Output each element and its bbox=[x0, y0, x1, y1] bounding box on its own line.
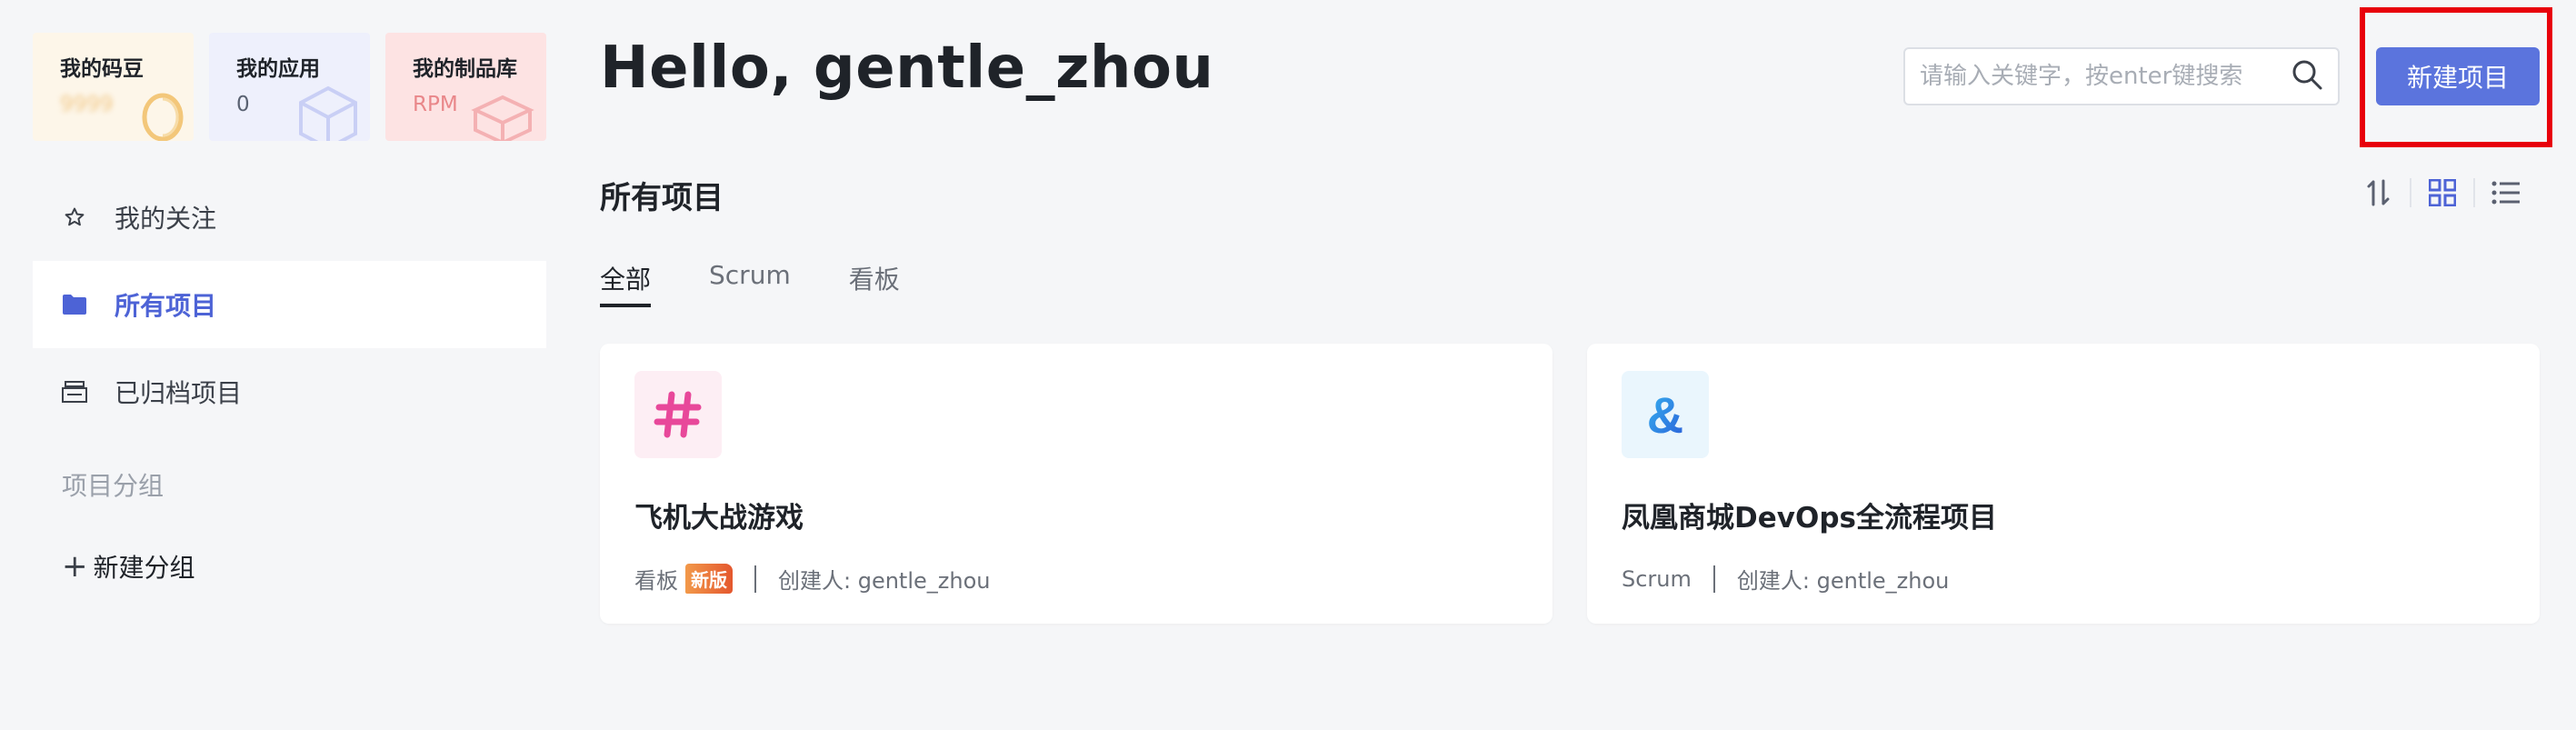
package-icon bbox=[471, 95, 534, 141]
sort-icon[interactable] bbox=[2359, 173, 2399, 213]
tab-scrum[interactable]: Scrum bbox=[709, 260, 791, 307]
greeting-title: Hello, gentle_zhou bbox=[600, 35, 1214, 102]
archive-icon bbox=[62, 379, 87, 405]
my-beans-title: 我的码豆 bbox=[60, 57, 144, 81]
nav-item-all-projects[interactable]: 所有项目 bbox=[33, 261, 546, 348]
meta-divider bbox=[754, 565, 756, 593]
hash-icon bbox=[634, 371, 722, 458]
ampersand-icon: & bbox=[1622, 371, 1709, 458]
my-apps-card[interactable]: 我的应用 0 bbox=[209, 33, 370, 141]
svg-text:&: & bbox=[1647, 387, 1683, 442]
stat-cards: 我的码豆 9999 我的应用 0 我的制品库 RPM bbox=[33, 33, 546, 141]
grid-view-icon[interactable] bbox=[2422, 173, 2462, 213]
nav-item-my-follow[interactable]: 我的关注 bbox=[33, 174, 546, 261]
nav-item-archived[interactable]: 已归档项目 bbox=[33, 348, 546, 435]
project-creator: 创建人: gentle_zhou bbox=[1736, 568, 1950, 594]
project-name[interactable]: 凤凰商城DevOps全流程项目 bbox=[1622, 495, 2505, 535]
list-view-icon[interactable] bbox=[2486, 173, 2526, 213]
my-library-title: 我的制品库 bbox=[413, 57, 517, 81]
search-icon[interactable] bbox=[2291, 58, 2323, 95]
toolbar-divider bbox=[2473, 178, 2475, 207]
project-type: 看板 bbox=[634, 568, 678, 594]
project-name[interactable]: 飞机大战游戏 bbox=[634, 495, 1518, 535]
project-tabs: 全部 Scrum 看板 bbox=[600, 260, 900, 307]
project-card[interactable]: & 凤凰商城DevOps全流程项目 Scrum 创建人: gentle_zhou bbox=[1587, 344, 2540, 624]
star-icon bbox=[62, 205, 87, 230]
add-group-label: 新建分组 bbox=[93, 553, 195, 583]
search-input[interactable] bbox=[1920, 63, 2291, 90]
section-title: 所有项目 bbox=[600, 180, 724, 216]
nav-item-archived-label: 已归档项目 bbox=[115, 378, 243, 408]
nav-item-my-follow-label: 我的关注 bbox=[115, 204, 217, 234]
folder-icon bbox=[62, 292, 87, 317]
project-meta: 看板 新版 创建人: gentle_zhou bbox=[634, 563, 1518, 595]
plus-icon: + bbox=[62, 548, 88, 585]
my-library-card[interactable]: 我的制品库 RPM bbox=[385, 33, 546, 141]
project-type: Scrum bbox=[1622, 565, 1692, 592]
nav-item-all-projects-label: 所有项目 bbox=[115, 291, 217, 321]
tab-kanban[interactable]: 看板 bbox=[849, 260, 900, 307]
project-card[interactable]: 飞机大战游戏 看板 新版 创建人: gentle_zhou bbox=[600, 344, 1553, 624]
toolbar-divider bbox=[2410, 178, 2411, 207]
cube-icon bbox=[299, 85, 357, 141]
meta-divider bbox=[1712, 565, 1715, 593]
add-group-button[interactable]: + 新建分组 bbox=[33, 546, 546, 586]
project-meta: Scrum 创建人: gentle_zhou bbox=[1622, 563, 2505, 595]
coin-icon bbox=[142, 93, 184, 141]
sidebar: 我的码豆 9999 我的应用 0 我的制品库 RPM 我的关注 所有项目 已归档… bbox=[33, 33, 546, 586]
tab-all[interactable]: 全部 bbox=[600, 260, 652, 307]
my-apps-title: 我的应用 bbox=[236, 57, 320, 81]
my-beans-card[interactable]: 我的码豆 9999 bbox=[33, 33, 194, 141]
search-box bbox=[1903, 47, 2340, 105]
project-group-title: 项目分组 bbox=[62, 471, 165, 501]
project-creator: 创建人: gentle_zhou bbox=[778, 568, 991, 594]
new-version-badge: 新版 bbox=[685, 564, 733, 594]
sidebar-nav: 我的关注 所有项目 已归档项目 bbox=[33, 174, 546, 435]
view-toolbar bbox=[2359, 173, 2526, 213]
new-project-button[interactable]: 新建项目 bbox=[2376, 47, 2540, 105]
